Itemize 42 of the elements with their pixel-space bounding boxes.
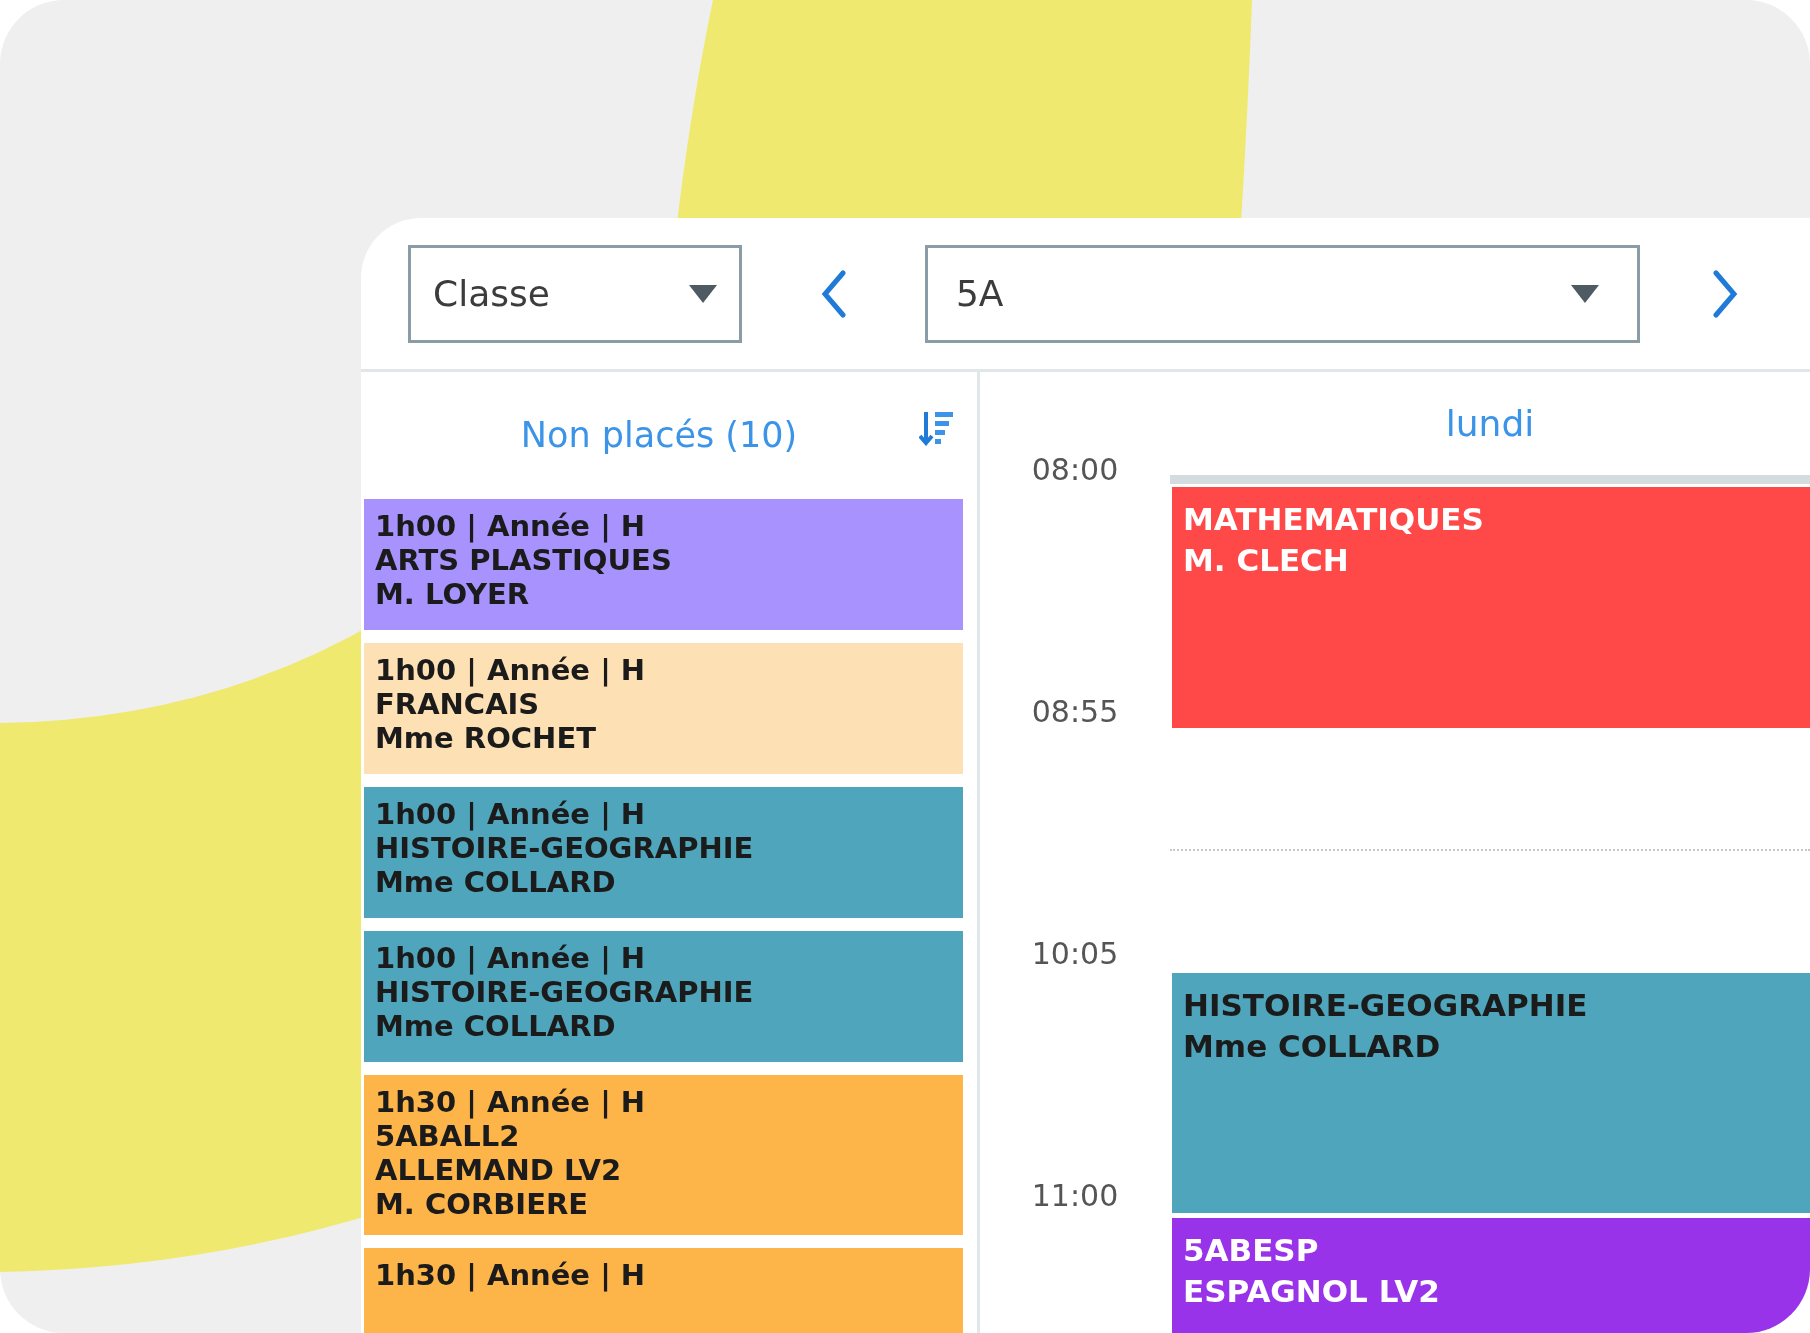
lesson-text: 5ABESP (1183, 1231, 1320, 1270)
lesson-card[interactable]: 1h00 | Année | H FRANCAIS Mme ROCHET (364, 643, 963, 774)
time-label: 11:00 (1031, 1178, 1119, 1213)
card-text: HISTOIRE-GEOGRAPHIE (375, 831, 755, 865)
lesson-card[interactable]: 1h00 | Année | H HISTOIRE-GEOGRAPHIE Mme COLLARD (364, 787, 963, 918)
day-label: lundi (1445, 401, 1535, 446)
time-label: 08:00 (1031, 452, 1119, 487)
card-text: FRANCAIS (375, 687, 541, 721)
lesson-block[interactable]: 5ABESP ESPAGNOL LV2 (1172, 1218, 1810, 1333)
sort-icon[interactable] (919, 410, 953, 446)
card-text: 1h00 | Année | H (375, 941, 647, 975)
card-text: ALLEMAND LV2 (375, 1153, 623, 1187)
caret-icon (689, 284, 718, 303)
card-text: 1h30 | Année | H (375, 1258, 647, 1292)
lesson-card[interactable]: 1h00 | Année | H HISTOIRE-GEOGRAPHIE Mme COLLARD (364, 931, 963, 1062)
lesson-card[interactable]: 1h00 | Année | H ARTS PLASTIQUES M. LOYER (364, 499, 963, 630)
lesson-block[interactable]: HISTOIRE-GEOGRAPHIE Mme COLLARD (1172, 973, 1810, 1213)
group-select[interactable]: 5A (924, 244, 1641, 343)
card-text: Mme ROCHET (375, 721, 597, 755)
lesson-card[interactable]: 1h30 | Année | H 5ABALL2 ALLEMAND LV2 M. CORBIERE (364, 1075, 963, 1235)
time-label: 08:55 (1031, 694, 1119, 729)
card-text: 1h00 | Année | H (375, 653, 647, 687)
card-text: M. CORBIERE (375, 1187, 590, 1221)
lesson-text: ESPAGNOL LV2 (1183, 1272, 1441, 1311)
type-select[interactable]: Classe (408, 244, 743, 343)
lesson-text: HISTOIRE-GEOGRAPHIE (1183, 986, 1589, 1025)
card-text: HISTOIRE-GEOGRAPHIE (375, 975, 755, 1009)
unplaced-title: Non placés (10) (520, 414, 798, 458)
card-text: 1h00 | Année | H (375, 509, 647, 543)
time-label: 10:05 (1031, 936, 1119, 971)
card-text: Mme COLLARD (375, 1009, 617, 1043)
lesson-text: Mme COLLARD (1183, 1027, 1442, 1066)
card-text: 1h30 | Année | H (375, 1085, 647, 1119)
card-text: 5ABALL2 (375, 1119, 521, 1153)
card-text: 1h00 | Année | H (375, 797, 647, 831)
caret-icon (1571, 284, 1600, 303)
card-text: Mme COLLARD (375, 865, 617, 899)
lesson-text: M. CLECH (1183, 541, 1350, 580)
lesson-card[interactable]: 1h30 | Année | H (364, 1248, 963, 1333)
card-text: M. LOYER (375, 577, 531, 611)
lesson-text: MATHEMATIQUES (1183, 500, 1485, 539)
card-text: ARTS PLASTIQUES (375, 543, 673, 577)
